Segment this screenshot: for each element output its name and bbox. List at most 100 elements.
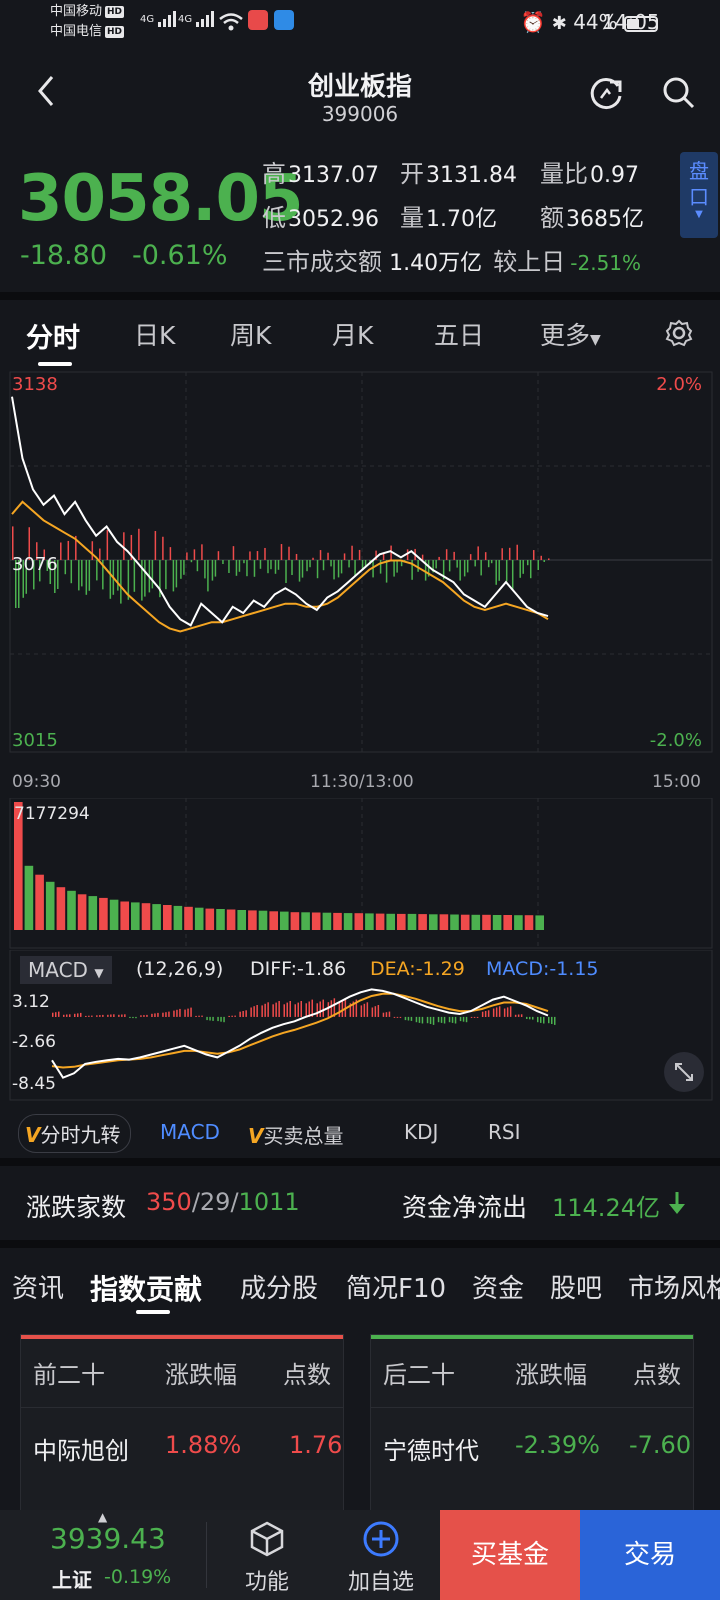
y-tick-pct-low: -2.0%: [649, 730, 702, 751]
tick-bar: [306, 560, 308, 572]
open-label: 开: [400, 160, 424, 188]
volume-bar: [226, 909, 236, 930]
macd-bar: [338, 1002, 341, 1017]
macd-dea-label: DEA:-1.29: [370, 958, 465, 980]
tab-daily-k[interactable]: 日K: [134, 316, 175, 352]
network-type-2: 4G: [178, 14, 193, 25]
bluetooth-icon: ✱: [551, 13, 567, 34]
fullscreen-button[interactable]: [664, 1052, 704, 1092]
tab-rsi[interactable]: RSI: [488, 1120, 521, 1144]
tick-bar: [201, 544, 203, 560]
settings-icon[interactable]: [664, 318, 694, 348]
add-watchlist-button[interactable]: 加自选: [326, 1510, 436, 1600]
macd-bar: [99, 1015, 101, 1017]
tick-bar: [193, 549, 196, 560]
indicator-name: MACD: [28, 958, 88, 982]
macd-bar: [201, 1015, 203, 1017]
volume-bar: [88, 896, 98, 930]
hd-badge: HD: [105, 25, 125, 38]
breadth-values: 350/29/1011: [146, 1188, 300, 1216]
search-icon[interactable]: [660, 74, 698, 112]
tab-intraday-nine[interactable]: V分时九转: [18, 1114, 132, 1153]
tick-bar: [256, 551, 259, 560]
alarm-icon: ⏰: [520, 10, 546, 34]
wifi-icon: [219, 13, 243, 31]
header: 创业板指 399006: [0, 46, 720, 142]
arrow-down-icon: [669, 1192, 685, 1214]
tick-bar: [78, 560, 80, 591]
macd-bar: [85, 1015, 87, 1017]
low-value: 3052.96: [288, 207, 379, 232]
price-line: [11, 396, 549, 627]
tab-market-style[interactable]: 市场风格: [628, 1268, 720, 1305]
indicator-selector[interactable]: MACD ▼: [20, 956, 112, 984]
tick-bar: [522, 560, 524, 574]
tab-macd[interactable]: MACD: [160, 1120, 220, 1144]
macd-bar: [429, 1016, 432, 1024]
function-button[interactable]: 功能: [212, 1510, 322, 1600]
macd-bar: [187, 1008, 189, 1017]
macd-bar: [69, 1014, 71, 1017]
tick-bar: [183, 560, 185, 575]
flow-value: 114.24亿: [552, 1194, 660, 1222]
shanghai-index-ticker[interactable]: 3939.43 上证 -0.19%: [0, 1510, 204, 1600]
price-change-percent: -0.61%: [132, 240, 228, 271]
refresh-icon[interactable]: [588, 74, 626, 112]
tick-bar: [312, 557, 314, 560]
macd-bar: [540, 1016, 542, 1023]
sh-index-label: 上证: [52, 1568, 92, 1592]
tick-bar: [393, 560, 395, 577]
tab-funds[interactable]: 资金: [472, 1268, 524, 1305]
trade-button[interactable]: 交易: [580, 1510, 720, 1600]
tick-bar: [186, 552, 188, 560]
volume-bar: [397, 913, 406, 930]
macd-bar: [264, 1003, 266, 1017]
tab-forum[interactable]: 股吧: [550, 1268, 602, 1305]
macd-bar: [322, 999, 324, 1017]
tab-news[interactable]: 资讯: [12, 1268, 64, 1305]
tick-bar: [91, 541, 94, 560]
tab-kdj[interactable]: KDJ: [404, 1120, 438, 1144]
card-accent: [371, 1335, 693, 1339]
macd-bar: [198, 1015, 200, 1017]
tick-bar: [154, 531, 157, 560]
volume-bar: [492, 915, 502, 930]
tick-bar: [330, 560, 332, 567]
tab-more[interactable]: 更多▼: [540, 316, 601, 352]
tick-bar: [340, 560, 343, 574]
divider: [0, 292, 720, 300]
volume-bar: [482, 914, 491, 930]
stock-pct: -2.39%: [515, 1431, 600, 1459]
volume-value: 1.70亿: [426, 207, 497, 232]
tab-weekly-k[interactable]: 周K: [230, 316, 271, 352]
table-row[interactable]: 宁德时代 -2.39% -7.60: [371, 1407, 693, 1507]
tab-buy-sell-volume[interactable]: V买卖总量: [248, 1120, 343, 1149]
tab-index-contribution[interactable]: 指数贡献: [90, 1268, 202, 1308]
macd-bar: [176, 1009, 178, 1017]
table-row[interactable]: 中际旭创 1.88% 1.76: [21, 1407, 343, 1507]
tab-intraday[interactable]: 分时: [26, 316, 80, 355]
tab-constituents[interactable]: 成分股: [240, 1268, 318, 1305]
tick-bar: [109, 560, 112, 599]
tab-f10[interactable]: 简况F10: [346, 1268, 446, 1305]
pankou-button[interactable]: 盘口 ▼: [680, 152, 718, 238]
clock: 14:05: [602, 10, 660, 34]
x-tick-close: 15:00: [652, 772, 701, 792]
buy-fund-button[interactable]: 买基金: [440, 1510, 580, 1600]
macd-bar: [179, 1008, 181, 1017]
volume-bar: [290, 912, 300, 930]
macd-bar: [267, 1002, 269, 1017]
tick-bar: [288, 546, 290, 560]
macd-bar: [548, 1016, 550, 1024]
tab-monthly-k[interactable]: 月K: [332, 316, 373, 352]
macd-bar: [462, 1016, 465, 1022]
intraday-chart[interactable]: 3138 3076 3015 2.0% -2.0%: [0, 370, 720, 770]
macd-bar: [234, 1015, 236, 1017]
y-tick-low: 3015: [12, 730, 58, 751]
macd-bar: [261, 1005, 263, 1017]
macd-bar: [283, 1004, 285, 1017]
tick-bar: [117, 560, 119, 591]
macd-bar: [330, 1000, 333, 1017]
tab-five-day[interactable]: 五日: [434, 316, 484, 352]
tick-bar: [280, 544, 283, 560]
